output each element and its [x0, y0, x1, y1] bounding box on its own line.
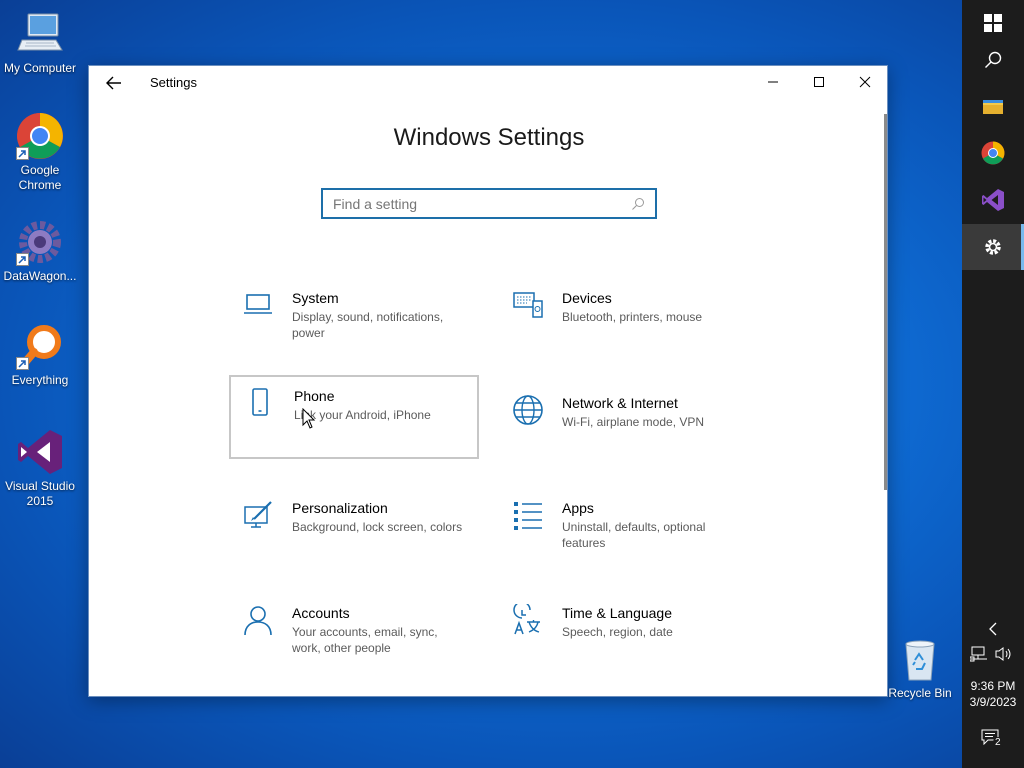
desktop-icon-label: Recycle Bin [888, 686, 952, 700]
clock-time: 9:36 PM [970, 679, 1016, 693]
tile-description: Bluetooth, printers, mouse [562, 310, 703, 324]
tile-name: System [292, 290, 339, 306]
page-title: Windows Settings [393, 124, 585, 151]
taskbar-settings[interactable] [962, 224, 1024, 270]
tile-description: Uninstall, defaults, optional features [562, 520, 706, 550]
windows-logo-icon [984, 14, 1002, 32]
maximize-icon [814, 77, 824, 87]
desktop-icon-label: Visual Studio 2015 [5, 479, 75, 508]
chrome-icon [16, 112, 64, 160]
network-icon[interactable] [969, 646, 988, 667]
tile-description: Link your Android, iPhone [294, 408, 431, 422]
tile-description: Speech, region, date [562, 625, 673, 639]
laptop-icon [242, 289, 274, 321]
action-center-button[interactable]: 2 [981, 729, 1007, 753]
tile-system[interactable]: System Display, sound, notifications, po… [229, 279, 479, 363]
taskbar-file-explorer[interactable] [962, 83, 1024, 129]
chrome-icon [981, 141, 1005, 165]
tile-name: Devices [562, 290, 612, 306]
desktop-icon-recycle-bin[interactable]: Recycle Bin [884, 638, 956, 700]
visual-studio-icon [982, 189, 1004, 211]
search-icon [632, 197, 644, 210]
globe-icon [512, 394, 544, 426]
system-clock[interactable]: 9:36 PM 3/9/2023 [962, 678, 1024, 710]
tile-description: Your accounts, email, sync, work, other … [292, 625, 438, 655]
taskbar-visual-studio[interactable] [962, 177, 1024, 223]
search-icon [985, 51, 1002, 68]
minimize-button[interactable] [750, 66, 796, 98]
tile-description: Background, lock screen, colors [292, 520, 463, 534]
tile-name: Phone [294, 388, 335, 404]
tile-name: Network & Internet [562, 395, 678, 411]
magnifier-icon [16, 322, 64, 370]
tile-description: Wi-Fi, airplane mode, VPN [562, 415, 705, 429]
desktop-icon-label: Google Chrome [18, 163, 62, 192]
tile-name: Time & Language [562, 605, 672, 621]
apps-list-icon [512, 499, 544, 531]
person-icon [242, 604, 274, 636]
file-explorer-icon [983, 100, 1003, 114]
tile-devices[interactable]: Devices Bluetooth, printers, mouse [499, 279, 749, 363]
back-arrow-icon[interactable] [103, 72, 125, 94]
paintbrush-icon [242, 499, 274, 531]
devices-icon [512, 289, 544, 321]
close-icon [859, 76, 871, 88]
taskbar-chrome[interactable] [962, 130, 1024, 176]
tile-accounts[interactable]: Accounts Your accounts, email, sync, wor… [229, 594, 479, 678]
shortcut-arrow-icon [16, 357, 29, 370]
desktop-icon-datawagon[interactable]: DataWagon... [0, 218, 80, 284]
tile-time-language[interactable]: Time & Language Speech, region, date [499, 594, 749, 678]
desktop-icon-label: DataWagon... [3, 269, 77, 283]
desktop-icon-visual-studio[interactable]: Visual Studio 2015 [0, 428, 80, 509]
tile-name: Apps [562, 500, 594, 516]
desktop-icon-label: Everything [11, 373, 69, 387]
shortcut-arrow-icon [16, 253, 29, 266]
desktop-icon-label: My Computer [3, 61, 77, 75]
tile-network-internet[interactable]: Network & Internet Wi-Fi, airplane mode,… [499, 384, 749, 468]
tile-apps[interactable]: Apps Uninstall, defaults, optional featu… [499, 489, 749, 573]
tile-name: Personalization [292, 500, 388, 516]
scrollbar[interactable] [884, 114, 887, 490]
time-language-icon [512, 601, 544, 636]
show-hidden-icons-button[interactable] [962, 607, 1024, 651]
title-bar: Settings [89, 66, 887, 100]
recycle-bin-icon [898, 638, 942, 682]
datawagon-gear-icon [16, 218, 64, 266]
close-button[interactable] [842, 66, 888, 98]
desktop-icon-my-computer[interactable]: My Computer [0, 10, 80, 76]
tile-phone[interactable]: Phone Link your Android, iPhone [229, 375, 479, 459]
mouse-cursor-icon [302, 407, 316, 435]
visual-studio-icon [16, 428, 64, 476]
tile-description: Display, sound, notifications, power [292, 310, 444, 340]
taskbar-search-button[interactable] [962, 37, 1024, 83]
minimize-icon [768, 81, 778, 83]
computer-icon [16, 10, 64, 58]
chevron-left-icon [989, 622, 997, 636]
volume-icon[interactable] [995, 646, 1013, 667]
settings-gear-icon [985, 239, 1001, 255]
window-title: Settings [150, 75, 197, 90]
phone-icon [244, 387, 276, 419]
maximize-button[interactable] [796, 66, 842, 98]
settings-window: Settings Windows Settings Find a setting… [88, 65, 888, 697]
desktop-icon-everything[interactable]: Everything [0, 322, 80, 388]
search-input[interactable]: Find a setting [321, 188, 657, 219]
shortcut-arrow-icon [16, 147, 29, 160]
notification-count-badge: 2 [993, 737, 1003, 749]
search-placeholder: Find a setting [333, 195, 418, 212]
tile-personalization[interactable]: Personalization Background, lock screen,… [229, 489, 479, 573]
clock-date: 3/9/2023 [969, 695, 1017, 709]
tile-name: Accounts [292, 605, 350, 621]
desktop-icon-google-chrome[interactable]: Google Chrome [0, 112, 80, 193]
taskbar: 9:36 PM 3/9/2023 2 [962, 0, 1024, 768]
